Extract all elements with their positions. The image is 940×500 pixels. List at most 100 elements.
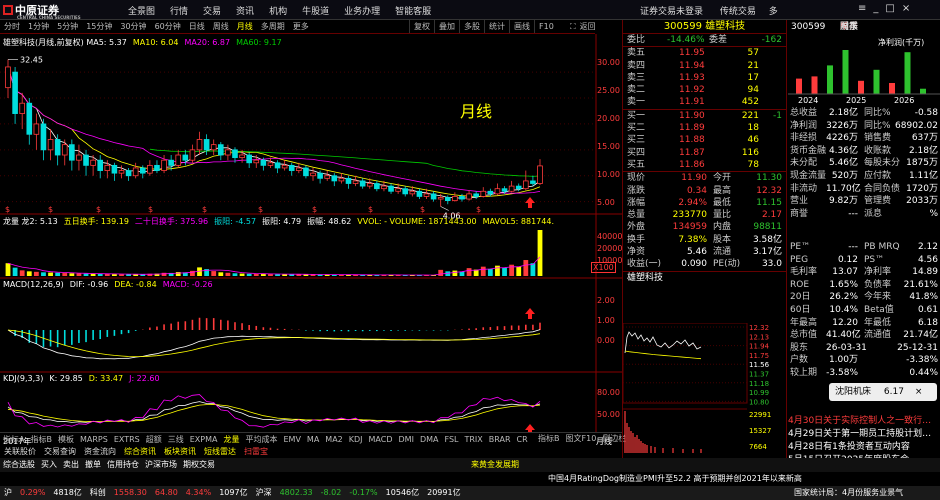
indicator-tab-10[interactable]: EMV — [280, 433, 303, 446]
stock-popup[interactable]: 沈阳机床 6.17 × — [829, 383, 937, 401]
candle-body — [530, 180, 536, 184]
period-tab-3[interactable]: 15分钟 — [82, 20, 116, 33]
back-button[interactable]: 返回 — [580, 22, 596, 31]
indicator-tab-3[interactable]: MARPS — [77, 433, 111, 446]
period-tab-8[interactable]: 月线 — [233, 20, 257, 33]
minimize-icon[interactable]: _ — [873, 3, 885, 14]
indicator-tab-16[interactable]: DMA — [417, 433, 442, 446]
classic-trade-button[interactable]: 传统交易 — [720, 7, 756, 17]
ma20-line — [7, 66, 541, 194]
menu-item-6[interactable]: 业务办理 — [344, 7, 380, 17]
trade-login-status[interactable]: 证券交易未登录 — [640, 7, 703, 17]
bottom-tab-4[interactable]: 板块资讯 — [160, 447, 200, 456]
indicator-tab-17[interactable]: FSL — [441, 433, 461, 446]
order-row[interactable]: 卖四 11.94 21 — [623, 60, 786, 72]
order-row[interactable]: 买二 11.89 18 — [623, 122, 786, 134]
indicator-tab-19[interactable]: BRAR — [486, 433, 514, 446]
indicator-tab-0[interactable]: 指标A — [0, 433, 27, 446]
axis-tick: 20.00 — [597, 114, 620, 123]
indicator-tab-12[interactable]: MA2 — [322, 433, 345, 446]
news-item[interactable]: 4月28日有1条投资者互动内容 — [788, 441, 940, 454]
fullscreen-icon[interactable]: ⛶ — [570, 22, 576, 31]
status-tab-4[interactable]: 信用持仓 — [104, 458, 142, 471]
indicator-tab-20[interactable]: CR — [514, 433, 531, 446]
toolbar-button-1[interactable]: 叠加 — [434, 20, 459, 33]
order-row[interactable]: 卖一 11.91 452 — [623, 96, 786, 108]
menu-item-4[interactable]: 机构 — [269, 7, 287, 17]
menu-item-5[interactable]: 牛股道 — [302, 7, 329, 17]
indicator-tab-13[interactable]: KDJ — [346, 433, 366, 446]
close-icon[interactable]: × — [902, 3, 917, 14]
candle-body — [111, 164, 118, 174]
indicator-tab-4[interactable]: EXTRS — [111, 433, 143, 446]
toolbar-button-3[interactable]: 统计 — [484, 20, 509, 33]
indicator-tab-18[interactable]: TRIX — [461, 433, 485, 446]
status-tab-3[interactable]: 撤单 — [82, 458, 104, 471]
close-icon[interactable]: × — [915, 387, 923, 397]
volume-bar — [232, 273, 238, 276]
indicator-tab-9[interactable]: 平均成本 — [242, 433, 280, 446]
fund-tab-3[interactable]: 股东 — [840, 20, 858, 35]
bottom-tab-3[interactable]: 综合资讯 — [120, 447, 160, 456]
period-tab-10[interactable]: 更多 — [289, 20, 313, 33]
period-tab-0[interactable]: 分时 — [0, 20, 24, 33]
news-item[interactable]: 4月29日关于第一期员工持股计划… — [788, 428, 940, 441]
intraday-mini-chart[interactable]: 12.3212.13 11.9411.7511.56 11.3711.1810.99… — [623, 323, 788, 463]
indicator-tab-7[interactable]: EXPMA — [187, 433, 221, 446]
indicator-tab-right-0[interactable]: 指标B — [535, 434, 563, 443]
order-row[interactable]: 卖三 11.93 17 — [623, 72, 786, 84]
bottom-tab-5[interactable]: 短线雷达 — [200, 447, 240, 456]
index-item: 4818亿 — [53, 488, 82, 497]
indicator-tab-right-1[interactable]: 图文F10 — [563, 434, 600, 443]
period-tab-4[interactable]: 30分钟 — [116, 20, 150, 33]
bottom-tab-2[interactable]: 资金流向 — [80, 447, 120, 456]
candle-body — [352, 180, 359, 184]
status-tab-6[interactable]: 期权交易 — [180, 458, 218, 471]
toolbar-button-5[interactable]: F10 — [534, 20, 558, 33]
period-tab-6[interactable]: 日线 — [185, 20, 209, 33]
kline-chart[interactable]: 32.454.06$ $ $ $ $ $ $ $ $ $ — [0, 34, 622, 432]
more-menu-button[interactable]: 多 — [769, 7, 778, 17]
toolbar-button-0[interactable]: 复权 — [409, 20, 434, 33]
bottom-tab-0[interactable]: 关联股价 — [0, 447, 40, 456]
order-row[interactable]: 卖二 11.92 94 — [623, 84, 786, 96]
status-tab-0[interactable]: 综合选股 — [0, 458, 38, 471]
menu-item-7[interactable]: 智能客服 — [395, 7, 431, 17]
taskbar-news[interactable]: 国家统计局：4月份服务业景气 — [790, 486, 907, 500]
indicator-tab-14[interactable]: MACD — [366, 433, 396, 446]
macd-legend-item: MACD(12,26,9) — [3, 280, 64, 289]
order-row[interactable]: 买四 11.87 116 — [623, 147, 786, 159]
order-row[interactable]: 买五 11.86 78 — [623, 159, 786, 171]
toolbar-button-4[interactable]: 画线 — [509, 20, 534, 33]
menu-icon[interactable]: ≡ — [858, 3, 873, 14]
period-tab-9[interactable]: 多周期 — [257, 20, 289, 33]
menu-item-0[interactable]: 全景图 — [128, 7, 155, 17]
period-tab-2[interactable]: 5分钟 — [53, 20, 82, 33]
menu-item-3[interactable]: 资讯 — [236, 7, 254, 17]
indicator-tab-15[interactable]: DMI — [396, 433, 417, 446]
indicator-tab-8[interactable]: 龙量 — [220, 433, 242, 446]
news-ticker[interactable]: 中国4月RatingDog制造业PMI升至52.2 高于预期并创2021年以来新… — [545, 472, 805, 485]
status-tab-2[interactable]: 卖出 — [60, 458, 82, 471]
menu-item-1[interactable]: 行情 — [170, 7, 188, 17]
period-tab-5[interactable]: 60分钟 — [151, 20, 185, 33]
maximize-icon[interactable]: □ — [885, 3, 901, 14]
order-row[interactable]: 买一 11.90 221 -1 — [623, 110, 786, 122]
status-tab-1[interactable]: 买入 — [38, 458, 60, 471]
bottom-tab-6[interactable]: 扫雷宝 — [240, 447, 272, 456]
menu-item-2[interactable]: 交易 — [203, 7, 221, 17]
indicator-tab-1[interactable]: 指标B — [27, 433, 55, 446]
gold-promo-link[interactable]: 来黄金发展期 — [468, 458, 522, 471]
indicator-tab-5[interactable]: 超额 — [143, 433, 165, 446]
period-tab-7[interactable]: 周线 — [209, 20, 233, 33]
news-item[interactable]: 4月30日关于实际控制人之一致行… — [788, 415, 940, 428]
period-tab-1[interactable]: 1分钟 — [24, 20, 53, 33]
indicator-tab-6[interactable]: 三线 — [165, 433, 187, 446]
order-row[interactable]: 卖五 11.95 57 — [623, 47, 786, 59]
order-row[interactable]: 买三 11.88 46 — [623, 134, 786, 146]
status-tab-5[interactable]: 沪深市场 — [142, 458, 180, 471]
indicator-tab-11[interactable]: MA — [304, 433, 322, 446]
bottom-tab-1[interactable]: 交易查询 — [40, 447, 80, 456]
indicator-tab-2[interactable]: 模板 — [55, 433, 77, 446]
toolbar-button-2[interactable]: 多股 — [459, 20, 484, 33]
